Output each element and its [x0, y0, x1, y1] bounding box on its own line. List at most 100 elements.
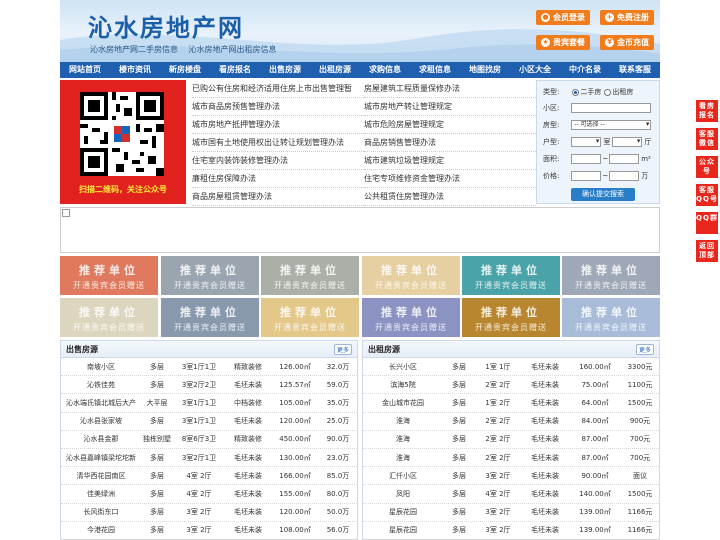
listing-row[interactable]: 星辰花园 多层 3室 2厅 毛坯未装 139.00㎡ 1166元 — [363, 522, 659, 540]
listing-row[interactable]: 南坡小区 多层 3室1厅1卫 精致装修 126.00㎡ 32.0万 — [61, 358, 357, 377]
listing-community[interactable]: 淮海 — [363, 434, 443, 444]
listing-community[interactable]: 凤阳 — [363, 489, 443, 499]
listing-community[interactable]: 淮海 — [363, 453, 443, 463]
side-back-to-top-button[interactable]: 返回顶部 — [696, 240, 718, 262]
policy-link[interactable]: 房屋建筑工程质量保修办法 — [364, 80, 536, 98]
policy-link[interactable]: 公共租赁住房管理办法 — [364, 188, 536, 206]
recommend-slot[interactable]: 推荐单位 开通贵宾会员赠送 — [362, 256, 460, 295]
listing-community[interactable]: 南坡小区 — [61, 362, 141, 372]
policy-link[interactable]: 廉租住房保障办法 — [192, 170, 364, 188]
nav-news[interactable]: 楼市资讯 — [110, 62, 160, 78]
listing-row[interactable]: 佳美绿洲 多层 4室 2厅 毛坯未装 155.00㎡ 80.0万 — [61, 485, 357, 504]
recommend-slot[interactable]: 推荐单位 开通贵宾会员赠送 — [261, 298, 359, 337]
recommend-slot[interactable]: 推荐单位 开通贵宾会员赠送 — [462, 298, 560, 337]
area-max-input[interactable] — [609, 154, 640, 164]
listing-community[interactable]: 星辰花园 — [363, 525, 443, 535]
nav-wanted-rent[interactable]: 求租信息 — [410, 62, 460, 78]
listing-row[interactable]: 凤阳 多层 4室 2厅 毛坯未装 140.00㎡ 1500元 — [363, 485, 659, 504]
side-service-qq-button[interactable]: 客服QQ号 — [696, 184, 718, 206]
nav-wanted-buy[interactable]: 求购信息 — [360, 62, 410, 78]
policy-link[interactable]: 城市房地产转让管理规定 — [364, 98, 536, 116]
policy-link[interactable]: 城市商品房预售管理办法 — [192, 98, 364, 116]
side-viewing-signup-button[interactable]: 看房报名 — [696, 100, 718, 122]
area-min-input[interactable] — [571, 154, 602, 164]
rental-link[interactable]: 沁水房地产网出租房信息 — [189, 45, 277, 54]
recommend-slot[interactable]: 推荐单位 开通贵宾会员赠送 — [562, 256, 660, 295]
listing-community[interactable]: 滨海5院 — [363, 380, 443, 390]
room-select[interactable] — [571, 137, 602, 147]
free-register-button[interactable]: + 免费注册 — [600, 10, 654, 25]
ad-banner-broken-image[interactable] — [60, 207, 660, 253]
listing-row[interactable]: 淮海 多层 2室 2厅 毛坯未装 87.00㎡ 700元 — [363, 449, 659, 468]
policy-link[interactable]: 商品房销售管理办法 — [364, 134, 536, 152]
secondhand-link[interactable]: 沁水房地产网二手房信息 — [90, 45, 178, 54]
nav-for-rent[interactable]: 出租房源 — [310, 62, 360, 78]
listing-community[interactable]: 星辰花园 — [363, 507, 443, 517]
listing-row[interactable]: 沁水县金郡 独栋别墅 8室6厅3卫 精致装修 450.00㎡ 90.0万 — [61, 431, 357, 449]
policy-link[interactable]: 商品房屋租赁管理办法 — [192, 188, 364, 206]
policy-link[interactable]: 城市建筑垃圾管理规定 — [364, 152, 536, 170]
side-official-account-button[interactable]: 公众号 — [696, 156, 718, 178]
listing-row[interactable]: 清华西花园南区 多层 4室 2厅 毛坯未装 166.00㎡ 85.0万 — [61, 467, 357, 486]
nav-map-search[interactable]: 地图找房 — [460, 62, 510, 78]
nav-for-sale[interactable]: 出售房源 — [260, 62, 310, 78]
listing-row[interactable]: 沁水县嘉峰镇梁坨坨新 多层 3室2厅1卫 毛坯未装 130.00㎡ 23.0万 — [61, 449, 357, 468]
listing-row[interactable]: 淮海 多层 2室 2厅 毛坯未装 84.00㎡ 900元 — [363, 413, 659, 431]
policy-link[interactable]: 已购公有住房和经济适用住房上市出售管理暂 — [192, 80, 364, 98]
vip-package-button[interactable]: ★ 贵宾套餐 — [536, 35, 590, 50]
side-qq-group-button[interactable]: QQ群 — [696, 212, 718, 234]
recommend-slot[interactable]: 推荐单位 开通贵宾会员赠送 — [60, 298, 158, 337]
nav-new-homes[interactable]: 新房楼盘 — [160, 62, 210, 78]
site-title[interactable]: 沁水房地产网 — [88, 8, 244, 43]
nav-agencies[interactable]: 中介名录 — [560, 62, 610, 78]
coin-recharge-button[interactable]: ¥ 金币充值 — [600, 35, 654, 50]
nav-viewing-signup[interactable]: 看房报名 — [210, 62, 260, 78]
rent-more-link[interactable]: 更多 — [635, 344, 654, 355]
listing-row[interactable]: 汇仟小区 多层 3室 2厅 毛坯未装 90.00㎡ 面议 — [363, 467, 659, 486]
policy-link[interactable]: 住宅室内装饰装修管理办法 — [192, 152, 364, 170]
policy-link[interactable]: 住宅专项维修资金管理办法 — [364, 170, 536, 188]
rental-radio[interactable]: 出租房 — [601, 87, 633, 97]
listing-community[interactable]: 沁水县张家坡 — [61, 416, 141, 426]
listing-row[interactable]: 今港花园 多层 3室 2厅 毛坯未装 108.00㎡ 56.0万 — [61, 522, 357, 540]
listing-row[interactable]: 星辰花园 多层 3室 2厅 毛坯未装 139.00㎡ 1166元 — [363, 504, 659, 522]
listing-row[interactable]: 沁水县张家坡 多层 3室1厅1卫 毛坯未装 120.00㎡ 25.0万 — [61, 413, 357, 431]
recommend-slot[interactable]: 推荐单位 开通贵宾会员赠送 — [462, 256, 560, 295]
listing-community[interactable]: 金山城市花园 — [363, 398, 443, 408]
nav-communities[interactable]: 小区大全 — [510, 62, 560, 78]
listing-community[interactable]: 长兴小区 — [363, 362, 443, 372]
listing-row[interactable]: 滨海5院 多层 2室 2厅 毛坯未装 75.00㎡ 1100元 — [363, 376, 659, 395]
listing-community[interactable]: 今港花园 — [61, 525, 141, 535]
listing-community[interactable]: 长风街东口 — [61, 507, 141, 517]
price-max-input[interactable] — [609, 171, 640, 181]
policy-link[interactable]: 城市危险房屋管理规定 — [364, 116, 536, 134]
search-submit-button[interactable]: 确认提交搜索 — [571, 188, 635, 201]
recommend-slot[interactable]: 推荐单位 开通贵宾会员赠送 — [562, 298, 660, 337]
member-login-button[interactable]: ● 会员登录 — [536, 10, 590, 25]
listing-community[interactable]: 沁水端氏镇北城后大产 — [61, 398, 141, 408]
recommend-slot[interactable]: 推荐单位 开通贵宾会员赠送 — [362, 298, 460, 337]
policy-link[interactable]: 城市国有土地使用权出让转让规划管理办法 — [192, 134, 364, 152]
listing-row[interactable]: 长兴小区 多层 1室 1厅 毛坯未装 160.00㎡ 3300元 — [363, 358, 659, 377]
listing-community[interactable]: 清华西花园南区 — [61, 471, 141, 481]
listing-row[interactable]: 长风街东口 多层 3室 2厅 毛坯未装 120.00㎡ 50.0万 — [61, 504, 357, 522]
listing-community[interactable]: 沁铁佳苑 — [61, 380, 141, 390]
listing-row[interactable]: 沁水端氏镇北城后大产 大平层 3室1厅1卫 中档装修 105.00㎡ 35.0万 — [61, 394, 357, 413]
recommend-slot[interactable]: 推荐单位 开通贵宾会员赠送 — [161, 256, 259, 295]
listing-community[interactable]: 汇仟小区 — [363, 471, 443, 481]
price-min-input[interactable] — [571, 171, 602, 181]
house-type-select[interactable]: -- 可选择 -- — [571, 120, 652, 130]
listing-community[interactable]: 淮海 — [363, 416, 443, 426]
recommend-slot[interactable]: 推荐单位 开通贵宾会员赠送 — [261, 256, 359, 295]
sale-more-link[interactable]: 更多 — [333, 344, 352, 355]
listing-row[interactable]: 金山城市花园 多层 1室 2厅 毛坯未装 64.00㎡ 1500元 — [363, 394, 659, 413]
listing-community[interactable]: 沁水县金郡 — [61, 434, 141, 444]
nav-contact[interactable]: 联系客服 — [610, 62, 660, 78]
listing-community[interactable]: 沁水县嘉峰镇梁坨坨新 — [61, 453, 141, 463]
secondhand-radio[interactable]: 二手房 — [569, 87, 601, 97]
listing-row[interactable]: 沁铁佳苑 多层 3室2厅2卫 毛坯未装 125.57㎡ 59.0万 — [61, 376, 357, 395]
recommend-slot[interactable]: 推荐单位 开通贵宾会员赠送 — [161, 298, 259, 337]
recommend-slot[interactable]: 推荐单位 开通贵宾会员赠送 — [60, 256, 158, 295]
listing-community[interactable]: 佳美绿洲 — [61, 489, 141, 499]
nav-home[interactable]: 网站首页 — [60, 62, 110, 78]
